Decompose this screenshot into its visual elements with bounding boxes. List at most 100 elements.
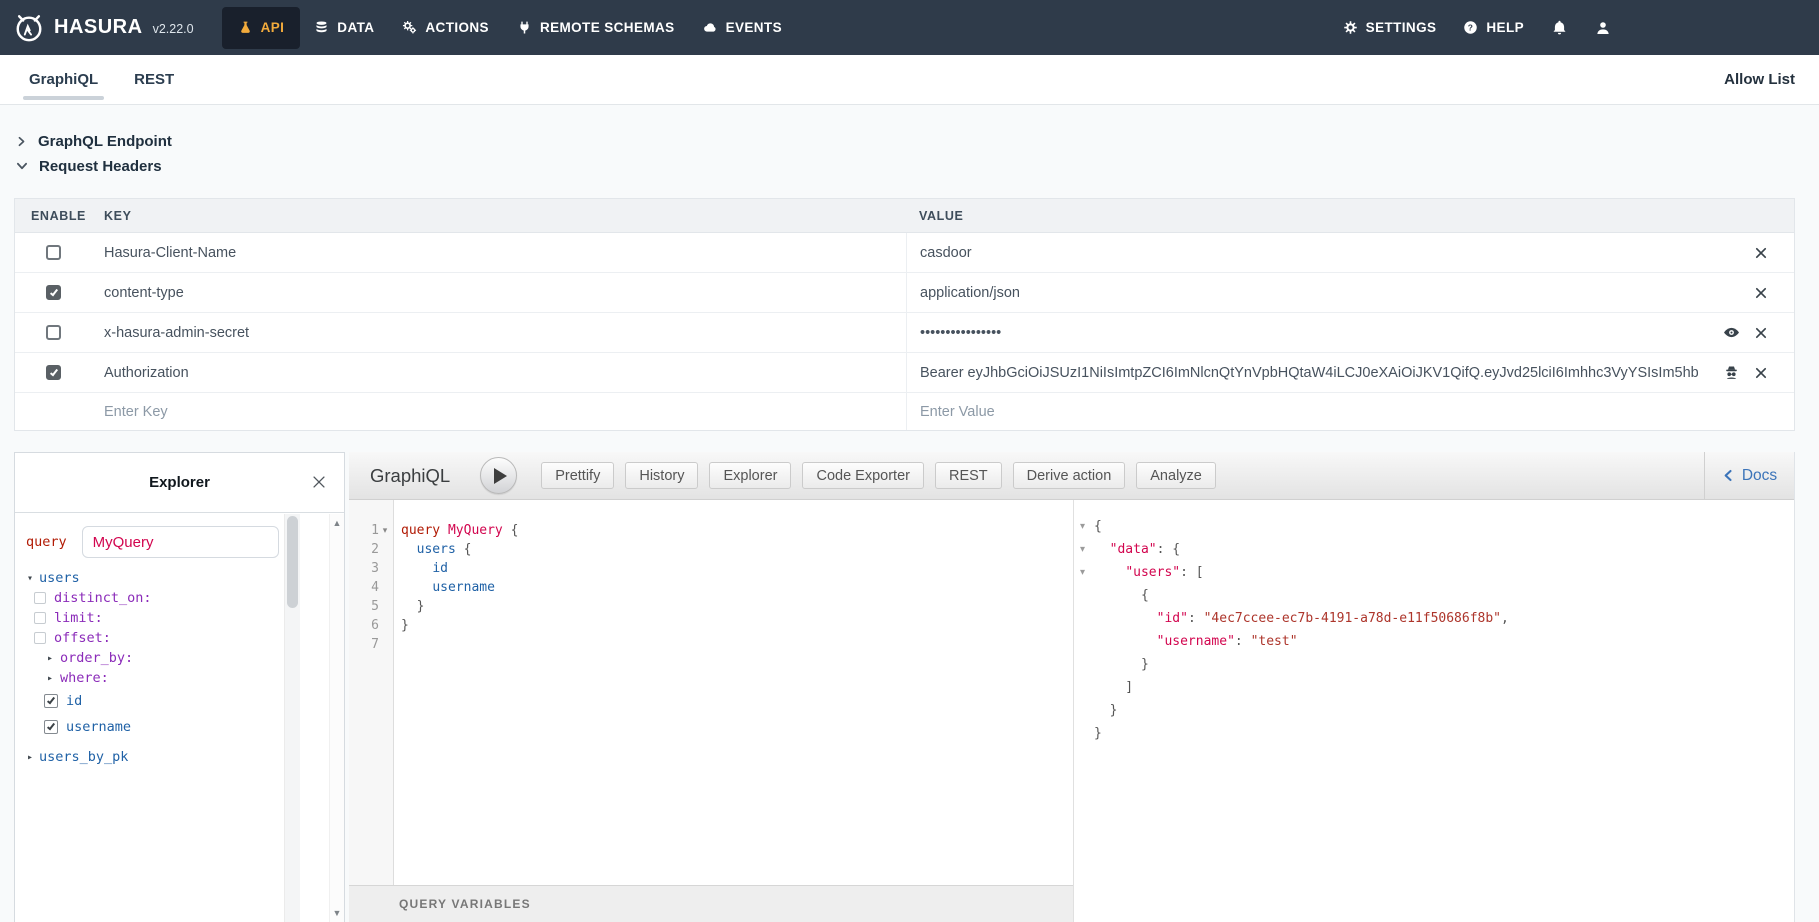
query-editor[interactable]: 1▾234567 query MyQuery { users { id user… — [349, 500, 1073, 885]
nav-item-label: SETTINGS — [1366, 20, 1437, 35]
header-key-cell: Hasura-Client-Name — [104, 233, 906, 272]
nav-item-data[interactable]: DATA — [300, 0, 388, 55]
header-key[interactable]: x-hasura-admin-secret — [104, 325, 249, 341]
nav-item-settings[interactable]: SETTINGS — [1343, 20, 1437, 35]
user-icon[interactable] — [1595, 20, 1611, 36]
tree-field-label: username — [66, 719, 131, 735]
close-icon[interactable] — [1754, 366, 1768, 380]
expand-arrow-icon[interactable]: ▸ — [24, 752, 36, 763]
analyze-button[interactable]: Analyze — [1136, 462, 1216, 489]
enable-checkbox[interactable] — [46, 365, 61, 380]
execute-query-button[interactable] — [480, 457, 517, 494]
column-enable: ENABLE — [15, 209, 104, 223]
prettify-button[interactable]: Prettify — [541, 462, 614, 489]
header-value[interactable]: application/json — [920, 285, 1020, 301]
token: : — [1235, 634, 1251, 649]
rest-button[interactable]: REST — [935, 462, 1002, 489]
graphql-endpoint-toggle[interactable]: GraphQL Endpoint — [16, 130, 172, 152]
explorer-button[interactable]: Explorer — [709, 462, 791, 489]
header-value[interactable]: •••••••••••••••• — [920, 325, 1001, 341]
token — [1094, 542, 1110, 557]
tab-graphiql[interactable]: GraphiQL — [23, 55, 104, 104]
new-header-value-input[interactable] — [920, 404, 1663, 420]
enable-checkbox[interactable] — [46, 245, 61, 260]
nav-item-api[interactable]: API — [222, 7, 301, 49]
expand-arrow-icon[interactable]: ▸ — [44, 673, 56, 684]
fold-arrow-icon[interactable]: ▾ — [1078, 515, 1094, 538]
token — [401, 580, 432, 595]
result-pane: ▾{▾ "data": {▾ "users": [ { "id": "4ec7c… — [1073, 500, 1794, 922]
nav-item-events[interactable]: EVENTS — [689, 0, 796, 55]
bell-icon[interactable] — [1551, 19, 1568, 36]
result-line: } — [1078, 653, 1794, 676]
token: } — [1094, 726, 1102, 741]
enable-checkbox[interactable] — [46, 325, 61, 340]
nav-item-actions[interactable]: ACTIONS — [388, 0, 503, 55]
new-header-key-input[interactable] — [104, 404, 786, 420]
new-header-row — [15, 393, 1794, 430]
fold-arrow-icon[interactable]: ▾ — [379, 525, 391, 536]
chevron-down-icon — [16, 160, 28, 172]
decode-jwt-icon[interactable] — [1723, 364, 1740, 381]
code-exporter-button[interactable]: Code Exporter — [802, 462, 924, 489]
close-icon[interactable] — [310, 473, 328, 491]
explorer-inner-scrollbar[interactable] — [284, 514, 300, 922]
token: "username" — [1157, 634, 1235, 649]
query-name-input[interactable] — [82, 526, 279, 558]
fold-spacer — [1078, 699, 1094, 722]
close-icon[interactable] — [1754, 286, 1768, 300]
close-icon[interactable] — [1754, 326, 1768, 340]
editor-code[interactable]: query MyQuery { users { id username }} — [394, 500, 1073, 885]
eye-icon[interactable] — [1723, 324, 1740, 341]
graphiql-toolbar: GraphiQL PrettifyHistoryExplorerCode Exp… — [349, 452, 1794, 500]
fold-arrow-icon[interactable]: ▾ — [1078, 538, 1094, 561]
header-key[interactable]: content-type — [104, 285, 184, 301]
arg-checkbox[interactable] — [34, 612, 46, 624]
history-button[interactable]: History — [625, 462, 698, 489]
request-headers-toggle[interactable]: Request Headers — [16, 155, 162, 177]
header-key[interactable]: Authorization — [104, 365, 189, 381]
expand-arrow-icon[interactable]: ▸ — [44, 653, 56, 664]
fold-arrow-icon[interactable]: ▾ — [1078, 561, 1094, 584]
scroll-down-icon[interactable]: ▼ — [333, 908, 342, 918]
check-icon — [47, 722, 55, 731]
explorer-scrollbar[interactable]: ▲▼ — [329, 514, 344, 922]
enable-cell — [15, 353, 104, 392]
help-icon: ? — [1463, 20, 1478, 35]
tab-rest[interactable]: REST — [128, 55, 180, 104]
fold-spacer — [1078, 607, 1094, 630]
token: { — [503, 523, 519, 538]
gears-icon — [402, 20, 417, 35]
enable-checkbox[interactable] — [46, 285, 61, 300]
collapse-arrow-icon[interactable]: ▾ — [24, 573, 36, 584]
field-checkbox[interactable] — [44, 694, 58, 708]
arg-checkbox[interactable] — [34, 592, 46, 604]
header-value[interactable]: Bearer eyJhbGciOiJSUzI1NiIsImtpZCI6ImNlc… — [920, 365, 1698, 381]
nav-item-remote-schemas[interactable]: REMOTE SCHEMAS — [503, 0, 689, 55]
scroll-up-icon[interactable]: ▲ — [333, 518, 342, 528]
close-icon[interactable] — [1754, 246, 1768, 260]
row-actions — [1754, 233, 1768, 272]
code-line: } — [401, 597, 1073, 616]
hasura-logo-icon[interactable] — [14, 13, 44, 43]
request-headers-label: Request Headers — [39, 158, 162, 175]
result-code: { — [1094, 584, 1149, 607]
nav-item-help[interactable]: ?HELP — [1463, 20, 1524, 35]
result-code: } — [1094, 699, 1117, 722]
query-variables-bar[interactable]: QUERY VARIABLES — [349, 885, 1073, 922]
result-code: "id": "4ec7ccee-ec7b-4191-a78d-e11f50686… — [1094, 607, 1509, 630]
plug-icon — [517, 20, 532, 35]
derive-action-button[interactable]: Derive action — [1013, 462, 1126, 489]
header-key[interactable]: Hasura-Client-Name — [104, 245, 236, 261]
header-value[interactable]: casdoor — [920, 245, 972, 261]
tree-arg-label: offset: — [54, 630, 111, 646]
database-icon — [314, 20, 329, 35]
token: } — [401, 618, 409, 633]
field-checkbox[interactable] — [44, 720, 58, 734]
header-value-cell: application/json — [906, 273, 1794, 312]
gutter-line: 2 — [349, 540, 393, 559]
arg-checkbox[interactable] — [34, 632, 46, 644]
allow-list-link[interactable]: Allow List — [1724, 55, 1795, 104]
tree-field-label: users — [39, 570, 80, 586]
docs-button[interactable]: Docs — [1705, 467, 1794, 485]
